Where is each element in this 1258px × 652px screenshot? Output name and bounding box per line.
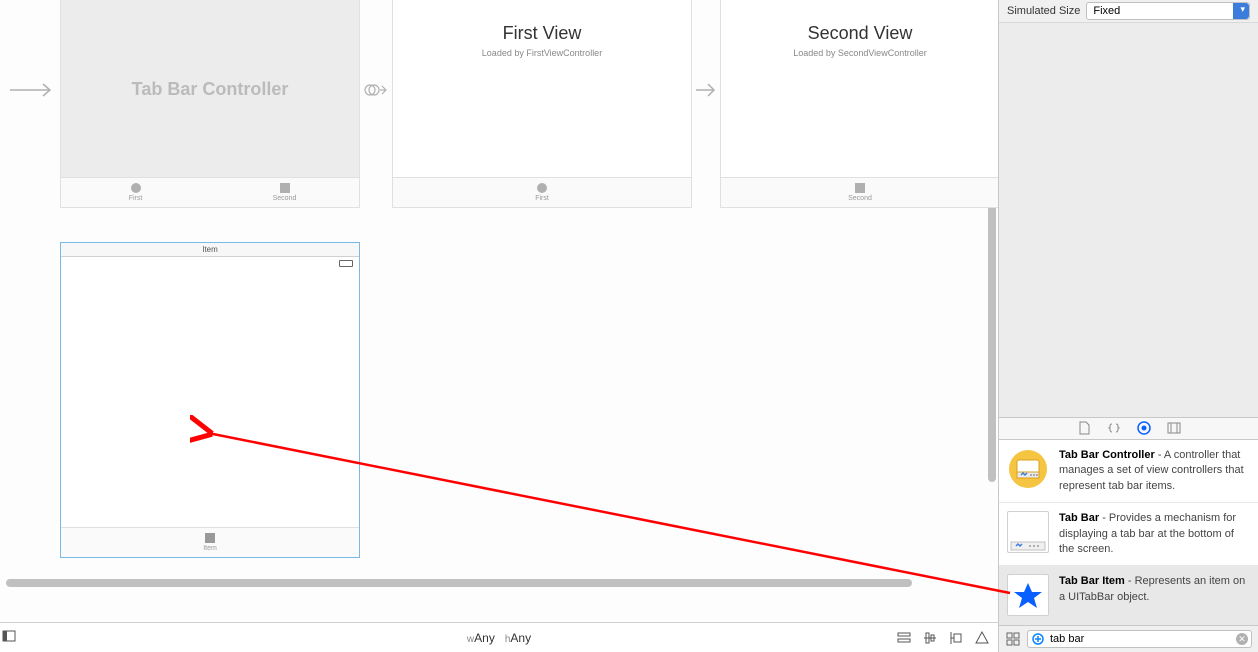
scene-header-label[interactable]: Item <box>61 243 359 257</box>
square-icon <box>280 183 290 193</box>
filter-icon <box>1031 632 1045 646</box>
interface-builder-canvas[interactable]: Tab Bar Controller First Second First Vi… <box>0 0 998 620</box>
simulated-size-label: Simulated Size <box>1007 5 1080 17</box>
tab-bar-item[interactable]: Second <box>210 178 359 207</box>
circle-icon <box>131 183 141 193</box>
scene-title: Tab Bar Controller <box>61 79 359 100</box>
scene-tab-bar-controller[interactable]: Tab Bar Controller First Second <box>60 0 360 208</box>
object-library-list[interactable]: Tab Bar Controller - A controller that m… <box>999 440 1258 625</box>
tab-bar-item[interactable]: First <box>535 178 549 207</box>
segue-arrow-1[interactable] <box>364 80 390 100</box>
scene-subtitle: Loaded by FirstViewController <box>393 48 691 58</box>
scene-first-view[interactable]: First View Loaded by FirstViewController… <box>392 0 692 208</box>
square-icon <box>855 183 865 193</box>
simulated-size-row: Simulated Size Fixed <box>999 0 1258 22</box>
grid-view-toggle-icon[interactable] <box>1005 631 1021 647</box>
tab-bar: First <box>393 177 691 207</box>
circle-icon <box>537 183 547 193</box>
scene-subtitle: Loaded by SecondViewController <box>721 48 998 58</box>
segue-arrow-2[interactable] <box>694 80 720 100</box>
tab-bar-icon <box>1008 512 1048 552</box>
square-icon <box>205 533 215 543</box>
library-item-tab-bar[interactable]: Tab Bar - Provides a mechanism for displ… <box>999 503 1258 566</box>
library-item-tab-bar-controller[interactable]: Tab Bar Controller - A controller that m… <box>999 440 1258 503</box>
tab-bar-controller-icon <box>1008 449 1048 489</box>
object-library-tab-icon[interactable] <box>1137 421 1151 435</box>
tab-bar: First Second <box>61 177 359 207</box>
code-snippet-tab-icon[interactable] <box>1107 421 1121 435</box>
outline-toggle-icon[interactable] <box>2 629 16 646</box>
horizontal-scrollbar[interactable] <box>2 577 994 589</box>
scene-item-selected[interactable]: Item Item <box>60 242 360 558</box>
align-icon[interactable] <box>922 630 938 646</box>
library-item-tab-bar-item[interactable]: Tab Bar Item - Represents an item on a U… <box>999 566 1258 625</box>
library-search-input[interactable] <box>1027 630 1252 648</box>
simulated-size-select[interactable]: Fixed <box>1086 2 1250 20</box>
library-tab-bar <box>999 417 1258 440</box>
tab-bar: Second <box>721 177 998 207</box>
inspector-blank-area <box>999 22 1258 417</box>
tab-bar: Item <box>61 527 359 557</box>
scene-title: Second View <box>721 23 998 44</box>
file-template-tab-icon[interactable] <box>1077 421 1091 435</box>
media-library-tab-icon[interactable] <box>1167 421 1181 435</box>
tab-bar-item[interactable]: Item <box>203 528 217 557</box>
inspector-panel: Simulated Size Fixed <box>998 0 1258 652</box>
library-item-text: Tab Bar Item - Represents an item on a U… <box>1059 574 1250 605</box>
scene-title: First View <box>393 23 691 44</box>
status-bar <box>61 257 359 267</box>
stack-icon[interactable] <box>896 630 912 646</box>
pin-icon[interactable] <box>948 630 964 646</box>
horizontal-scrollbar-thumb[interactable] <box>6 579 912 587</box>
canvas-bottom-toolbar: wAny hAny <box>0 622 998 652</box>
library-item-text: Tab Bar Controller - A controller that m… <box>1059 448 1250 494</box>
tab-bar-item[interactable]: First <box>61 178 210 207</box>
tab-bar-item[interactable]: Second <box>848 178 872 207</box>
scene-second-view[interactable]: Second View Loaded by SecondViewControll… <box>720 0 998 208</box>
initial-arrow <box>10 80 58 100</box>
library-filter-bar: ✕ <box>999 625 1258 652</box>
size-class-control[interactable]: wAny hAny <box>467 631 531 645</box>
library-item-text: Tab Bar - Provides a mechanism for displ… <box>1059 511 1250 557</box>
resolve-icon[interactable] <box>974 630 990 646</box>
tab-bar-item-icon <box>1008 575 1048 615</box>
